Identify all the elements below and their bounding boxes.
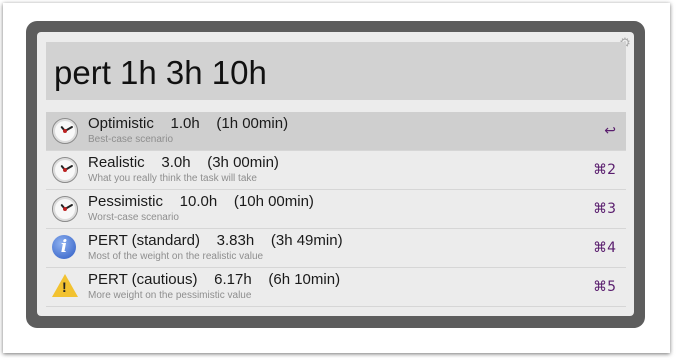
result-subtitle: Best-case scenario	[88, 134, 174, 145]
result-subtitle: Most of the weight on the realistic valu…	[88, 251, 264, 262]
result-row-optimistic[interactable]: Optimistic 1.0h (1h 00min) Best-case sce…	[46, 112, 626, 151]
result-row-pessimistic[interactable]: Pessimistic 10.0h (10h 00min) Worst-case…	[46, 190, 626, 229]
result-title: PERT (cautious) 6.17h (6h 10min)	[88, 271, 341, 288]
shortcut-hint: ⌘3	[593, 201, 616, 217]
results-list: Optimistic 1.0h (1h 00min) Best-case sce…	[46, 112, 626, 307]
shortcut-hint: ⌘2	[593, 162, 616, 178]
result-subtitle: Worst-case scenario	[88, 212, 179, 223]
result-subtitle: More weight on the pessimistic value	[88, 290, 252, 301]
warning-icon: !	[52, 274, 78, 300]
return-key-hint: ↩	[604, 123, 616, 139]
shortcut-hint: ⌘5	[593, 279, 616, 295]
result-title: Realistic 3.0h (3h 00min)	[88, 154, 279, 171]
info-icon: i	[52, 235, 78, 261]
query-field[interactable]: pert 1h 3h 10h	[46, 42, 626, 100]
result-title: Optimistic 1.0h (1h 00min)	[88, 115, 289, 132]
result-row-pert-standard[interactable]: i PERT (standard) 3.83h (3h 49min) Most …	[46, 229, 626, 268]
clock-icon	[52, 157, 78, 183]
result-title: PERT (standard) 3.83h (3h 49min)	[88, 232, 343, 249]
result-row-pert-cautious[interactable]: ! PERT (cautious) 6.17h (6h 10min) More …	[46, 268, 626, 307]
result-row-realistic[interactable]: Realistic 3.0h (3h 00min) What you reall…	[46, 151, 626, 190]
clock-icon	[52, 196, 78, 222]
clock-icon	[52, 118, 78, 144]
result-title: Pessimistic 10.0h (10h 00min)	[88, 193, 314, 210]
query-text[interactable]: pert 1h 3h 10h	[54, 54, 267, 92]
shortcut-hint: ⌘4	[593, 240, 616, 256]
result-subtitle: What you really think the task will take	[88, 173, 257, 184]
